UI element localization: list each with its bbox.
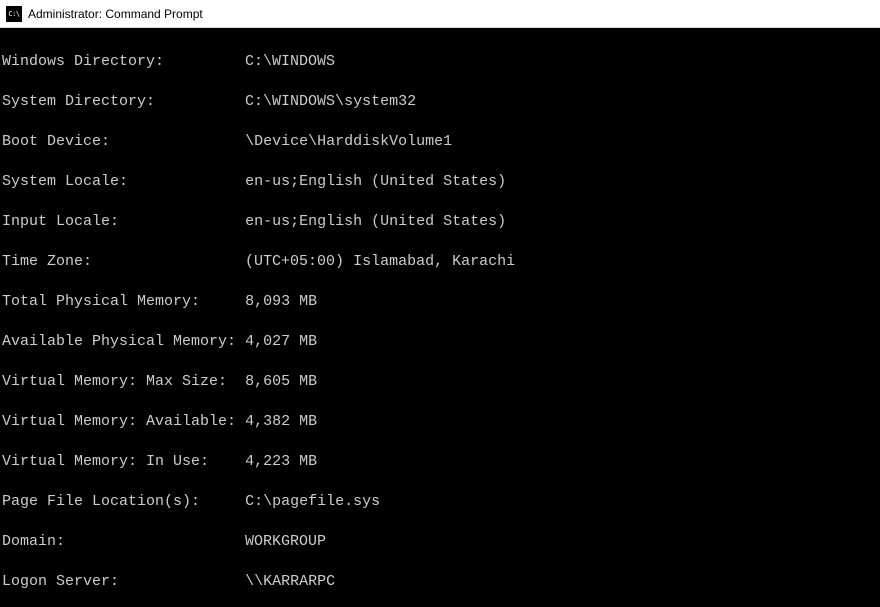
value: C:\pagefile.sys [245, 493, 380, 510]
row-total-physical-memory: Total Physical Memory: 8,093 MB [2, 292, 878, 312]
value: 8,605 MB [245, 373, 317, 390]
cmd-icon: C:\ [6, 6, 22, 22]
value: 4,223 MB [245, 453, 317, 470]
label: System Locale: [2, 173, 128, 190]
row-domain: Domain: WORKGROUP [2, 532, 878, 552]
row-system-locale: System Locale: en-us;English (United Sta… [2, 172, 878, 192]
label: Virtual Memory: In Use: [2, 453, 209, 470]
pad [110, 133, 245, 150]
pad [200, 293, 245, 310]
row-virtual-memory-in-use: Virtual Memory: In Use: 4,223 MB [2, 452, 878, 472]
pad [236, 413, 245, 430]
window-titlebar[interactable]: C:\ Administrator: Command Prompt [0, 0, 880, 28]
label: System Directory: [2, 93, 155, 110]
row-virtual-memory-max: Virtual Memory: Max Size: 8,605 MB [2, 372, 878, 392]
pad [119, 213, 245, 230]
terminal-output[interactable]: Windows Directory: C:\WINDOWS System Dir… [0, 28, 880, 607]
label: Windows Directory: [2, 53, 164, 70]
value: 4,382 MB [245, 413, 317, 430]
row-boot-device: Boot Device: \Device\HarddiskVolume1 [2, 132, 878, 152]
label: Virtual Memory: Max Size: [2, 373, 227, 390]
value: \\KARRARPC [245, 573, 335, 590]
pad [164, 53, 245, 70]
label: Input Locale: [2, 213, 119, 230]
value: \Device\HarddiskVolume1 [245, 133, 452, 150]
label: Logon Server: [2, 573, 119, 590]
pad [128, 173, 245, 190]
pad [227, 373, 245, 390]
label: Available Physical Memory: [2, 333, 236, 350]
value: en-us;English (United States) [245, 213, 506, 230]
value: 8,093 MB [245, 293, 317, 310]
label: Page File Location(s): [2, 493, 200, 510]
value: (UTC+05:00) Islamabad, Karachi [245, 253, 515, 270]
row-input-locale: Input Locale: en-us;English (United Stat… [2, 212, 878, 232]
pad [155, 93, 245, 110]
label: Total Physical Memory: [2, 293, 200, 310]
pad [200, 493, 245, 510]
value: 4,027 MB [245, 333, 317, 350]
row-available-physical-memory: Available Physical Memory: 4,027 MB [2, 332, 878, 352]
row-time-zone: Time Zone: (UTC+05:00) Islamabad, Karach… [2, 252, 878, 272]
row-system-directory: System Directory: C:\WINDOWS\system32 [2, 92, 878, 112]
window-title: Administrator: Command Prompt [28, 7, 203, 21]
pad [236, 333, 245, 350]
row-windows-directory: Windows Directory: C:\WINDOWS [2, 52, 878, 72]
pad [209, 453, 245, 470]
label: Boot Device: [2, 133, 110, 150]
label: Time Zone: [2, 253, 92, 270]
value: WORKGROUP [245, 533, 326, 550]
pad [65, 533, 245, 550]
value: C:\WINDOWS [245, 53, 335, 70]
value: en-us;English (United States) [245, 173, 506, 190]
label: Domain: [2, 533, 65, 550]
label: Virtual Memory: Available: [2, 413, 236, 430]
row-page-file-locations: Page File Location(s): C:\pagefile.sys [2, 492, 878, 512]
pad [92, 253, 245, 270]
row-logon-server: Logon Server: \\KARRARPC [2, 572, 878, 592]
value: C:\WINDOWS\system32 [245, 93, 416, 110]
row-virtual-memory-available: Virtual Memory: Available: 4,382 MB [2, 412, 878, 432]
pad [119, 573, 245, 590]
